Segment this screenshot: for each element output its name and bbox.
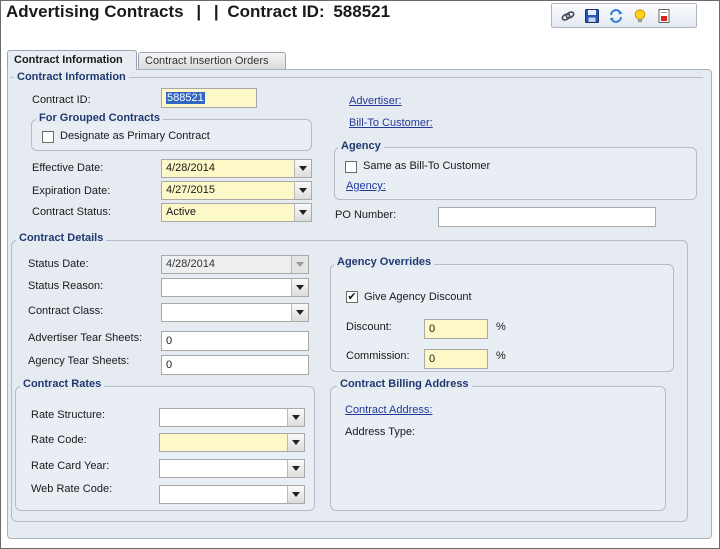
status-reason-label: Status Reason: [28,280,104,292]
contract-details-legend: Contract Details [16,232,107,244]
tab-contract-information[interactable]: Contract Information [7,50,137,70]
status-date-value: 4/28/2014 [166,258,215,270]
title-separator-2: | [213,2,219,21]
contract-address-link[interactable]: Contract Address: [345,404,432,416]
web-rate-code-label: Web Rate Code: [31,483,113,495]
chevron-down-icon[interactable] [287,486,304,503]
commission-field[interactable]: 0 [424,349,488,369]
advertising-contracts-window: Advertising Contracts | | Contract ID: 5… [0,0,720,549]
chevron-down-icon[interactable] [287,460,304,477]
effective-date-picker[interactable]: 4/28/2014 [161,159,312,178]
contract-id-field[interactable]: 588521 [161,88,257,108]
status-reason-select[interactable] [161,278,309,297]
title-contract-id-label: Contract ID: [227,2,325,21]
page-title: Advertising Contracts | | Contract ID: 5… [6,2,390,22]
contract-class-label: Contract Class: [28,305,104,317]
expiration-date-label: Expiration Date: [32,185,111,197]
status-date-picker: 4/28/2014 [161,255,309,274]
title-separator: | [196,2,202,21]
agency-tear-sheets-label: Agency Tear Sheets: [28,355,130,367]
chevron-down-icon[interactable] [294,160,311,177]
page-title-text: Advertising Contracts [6,2,184,21]
po-number-field[interactable] [438,207,656,227]
contract-information-legend: Contract Information [14,71,129,83]
commission-label: Commission: [346,350,410,362]
agency-tear-sheets-field[interactable]: 0 [161,355,309,375]
contract-id-label: Contract ID: [32,94,91,106]
expiration-date-picker[interactable]: 4/27/2015 [161,181,312,200]
rate-structure-select[interactable] [159,408,305,427]
advertiser-link[interactable]: Advertiser: [349,95,402,107]
chevron-down-icon[interactable] [294,204,311,221]
chevron-down-icon[interactable] [291,304,308,321]
address-type-label: Address Type: [345,426,416,438]
chevron-down-icon[interactable] [291,279,308,296]
contract-status-select[interactable]: Active [161,203,312,222]
discount-unit: % [496,321,506,333]
effective-date-label: Effective Date: [32,162,104,174]
grouped-contracts-legend: For Grouped Contracts [36,112,164,124]
effective-date-value: 4/28/2014 [166,162,215,174]
save-icon[interactable] [582,6,601,25]
chevron-down-icon[interactable] [294,182,311,199]
title-contract-id-value: 588521 [333,2,391,21]
give-agency-discount-checkbox[interactable]: ✔ [346,291,358,303]
chevron-down-icon [291,256,308,273]
contract-class-select[interactable] [161,303,309,322]
report-icon[interactable] [654,6,673,25]
tab-contract-insertion-orders[interactable]: Contract Insertion Orders [138,52,286,70]
primary-contract-checkbox[interactable] [42,131,54,143]
contract-status-label: Contract Status: [32,206,111,218]
refresh-icon[interactable] [606,6,625,25]
primary-contract-label: Designate as Primary Contract [60,130,210,142]
discount-label: Discount: [346,321,392,333]
billing-address-legend: Contract Billing Address [337,378,472,390]
rate-code-select[interactable] [159,433,305,452]
web-rate-code-select[interactable] [159,485,305,504]
agency-link[interactable]: Agency: [346,180,386,192]
advertiser-tear-sheets-field[interactable]: 0 [161,331,309,351]
checkmark-icon: ✔ [347,291,357,303]
contract-rates-legend: Contract Rates [20,378,105,390]
same-as-bill-to-label: Same as Bill-To Customer [363,160,491,172]
toolbar [551,3,697,28]
commission-unit: % [496,350,506,362]
rate-card-year-select[interactable] [159,459,305,478]
agency-overrides-legend: Agency Overrides [334,256,435,268]
expiration-date-value: 4/27/2015 [166,184,215,196]
contract-information-panel: Contract Information Contract ID: 588521… [7,69,712,539]
rate-structure-label: Rate Structure: [31,409,105,421]
rate-card-year-label: Rate Card Year: [31,460,110,472]
link-icon[interactable] [558,6,577,25]
same-as-bill-to-checkbox[interactable] [345,161,357,173]
chevron-down-icon[interactable] [287,409,304,426]
rate-code-label: Rate Code: [31,434,87,446]
lightbulb-icon[interactable] [630,6,649,25]
status-date-label: Status Date: [28,258,89,270]
agency-section [334,147,697,200]
contract-status-value: Active [166,206,196,218]
po-number-label: PO Number: [335,209,397,221]
contract-id-value: 588521 [166,92,205,104]
bill-to-customer-link[interactable]: Bill-To Customer: [349,117,433,129]
discount-field[interactable]: 0 [424,319,488,339]
chevron-down-icon[interactable] [287,434,304,451]
advertiser-tear-sheets-label: Advertiser Tear Sheets: [28,332,143,344]
agency-legend: Agency [338,140,384,152]
give-agency-discount-label: Give Agency Discount [364,291,472,303]
